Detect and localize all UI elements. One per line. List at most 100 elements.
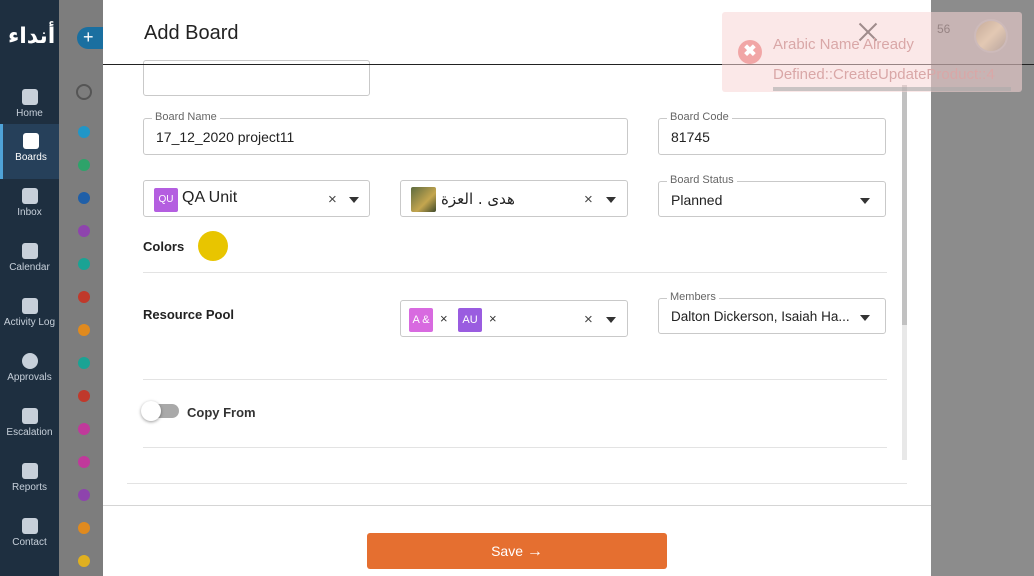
scrolled-field[interactable]: [143, 60, 370, 96]
field-label: Board Code: [667, 111, 732, 123]
sidebar-item-inbox[interactable]: Inbox: [0, 179, 59, 234]
calendar-icon: [21, 243, 38, 259]
board-color-dot: [78, 159, 90, 171]
contact-card-icon: [21, 518, 38, 534]
board-color-dot: [78, 192, 90, 204]
arrow-right-icon: →: [526, 543, 543, 560]
field-label: Members: [667, 291, 719, 303]
add-board-button: +: [77, 27, 103, 49]
chevron-down-icon[interactable]: [606, 317, 616, 323]
sidebar-item-reports[interactable]: Reports: [0, 454, 59, 509]
grid-icon: [23, 133, 39, 149]
toggle-knob: [141, 401, 161, 421]
sidebar-item-label: Home: [16, 108, 43, 119]
clipboard-icon: [21, 89, 38, 105]
sidebar-item-approvals[interactable]: Approvals: [0, 344, 59, 399]
list-icon: [21, 298, 38, 314]
chevron-down-icon[interactable]: [860, 315, 870, 321]
mail-icon: [21, 408, 38, 424]
clear-icon[interactable]: ×: [584, 191, 593, 208]
app-logo: أنداء: [8, 24, 56, 49]
resource-pool-select[interactable]: A & × AU × ×: [400, 300, 628, 337]
modal-scrollbar[interactable]: [902, 85, 907, 460]
board-status-select[interactable]: Board Status Planned: [658, 174, 886, 217]
board-name-field[interactable]: Board Name 17_12_2020 project11: [143, 111, 628, 155]
error-icon: ✖: [738, 40, 762, 64]
resource-pool-label: Resource Pool: [143, 307, 235, 322]
clear-icon[interactable]: ×: [584, 311, 593, 328]
toast-progress-bar: [773, 87, 1011, 91]
footer-divider: [127, 483, 907, 484]
clear-icon[interactable]: ×: [328, 191, 337, 208]
sidebar-item-label: Inbox: [17, 207, 42, 218]
sidebar-item-label: Reports: [11, 482, 47, 493]
copy-from-toggle[interactable]: [141, 401, 179, 421]
sidebar-item-label: Boards: [15, 152, 47, 163]
board-code-field[interactable]: Board Code 81745: [658, 111, 886, 155]
background-board-list: +: [59, 0, 103, 576]
divider: [143, 447, 887, 448]
unit-chip: QU: [154, 188, 178, 212]
board-color-dot: [78, 390, 90, 402]
toast-line-1: Arabic Name Already: [773, 36, 914, 53]
modal-title: Add Board: [144, 22, 239, 44]
color-picker-swatch[interactable]: [198, 231, 228, 261]
copy-from-label: Copy From: [187, 405, 256, 420]
field-value: هدى . العزة: [441, 190, 515, 208]
search-icon: [76, 84, 92, 100]
inbox-icon: [21, 188, 38, 204]
sidebar-item-label: Approvals: [7, 372, 52, 383]
unit-select[interactable]: QU QA Unit ×: [143, 180, 370, 217]
sidebar-item-calendar[interactable]: Calendar: [0, 234, 59, 289]
colors-label: Colors: [143, 239, 185, 254]
field-value: QA Unit: [182, 189, 238, 206]
remove-chip-icon[interactable]: ×: [440, 311, 448, 326]
divider: [143, 379, 887, 380]
owner-avatar: [411, 187, 436, 212]
sidebar-item-label: Escalation: [6, 427, 53, 438]
sidebar: أنداء Home Boards Inbox Calendar Activit…: [0, 0, 59, 576]
sidebar-item-boards[interactable]: Boards: [0, 124, 59, 179]
chevron-down-icon[interactable]: [349, 197, 359, 203]
field-value: 81745: [671, 129, 710, 145]
board-color-dot: [78, 291, 90, 303]
toast-line-2: Defined::CreateUpdateProduct::4: [773, 66, 995, 83]
field-value: Planned: [671, 192, 723, 208]
save-button[interactable]: Save →: [367, 533, 667, 569]
field-label: Board Name: [152, 111, 220, 123]
sidebar-item-label: Calendar: [9, 262, 50, 273]
toast-message: Arabic Name Already Defined::CreateUpdat…: [773, 30, 1018, 90]
field-value: Dalton Dickerson, Isaiah Ha...: [671, 309, 850, 324]
board-color-dot: [78, 423, 90, 435]
chevron-down-icon[interactable]: [606, 197, 616, 203]
resource-chip: AU: [458, 308, 482, 332]
board-color-dot: [78, 324, 90, 336]
scroll-thumb[interactable]: [902, 85, 907, 325]
board-color-dot: [78, 456, 90, 468]
save-label: Save: [491, 543, 524, 559]
field-label: Board Status: [667, 174, 737, 186]
members-select[interactable]: Members Dalton Dickerson, Isaiah Ha...: [658, 291, 886, 334]
board-color-dot: [78, 225, 90, 237]
sidebar-item-label: Contact: [12, 537, 47, 548]
error-toast[interactable]: ✖ Arabic Name Already Defined::CreateUpd…: [722, 12, 1022, 92]
footer-border: [103, 505, 931, 506]
chevron-down-icon[interactable]: [860, 198, 870, 204]
remove-chip-icon[interactable]: ×: [489, 311, 497, 326]
divider: [143, 272, 887, 273]
board-color-dot: [78, 555, 90, 567]
sidebar-item-contact[interactable]: Contact: [0, 509, 59, 564]
board-color-dot: [78, 357, 90, 369]
sidebar-item-label: Activity Log: [3, 317, 56, 328]
field-value: 17_12_2020 project11: [156, 129, 295, 145]
check-circle-icon: [21, 353, 38, 369]
board-color-dot: [78, 522, 90, 534]
resource-chip: A &: [409, 308, 433, 332]
sidebar-item-activity-log[interactable]: Activity Log: [0, 289, 59, 344]
board-color-dot: [78, 489, 90, 501]
report-icon: [21, 463, 38, 479]
board-color-dot: [78, 258, 90, 270]
board-color-dot: [78, 126, 90, 138]
owner-select[interactable]: هدى . العزة ×: [400, 180, 628, 217]
sidebar-item-escalation[interactable]: Escalation: [0, 399, 59, 454]
